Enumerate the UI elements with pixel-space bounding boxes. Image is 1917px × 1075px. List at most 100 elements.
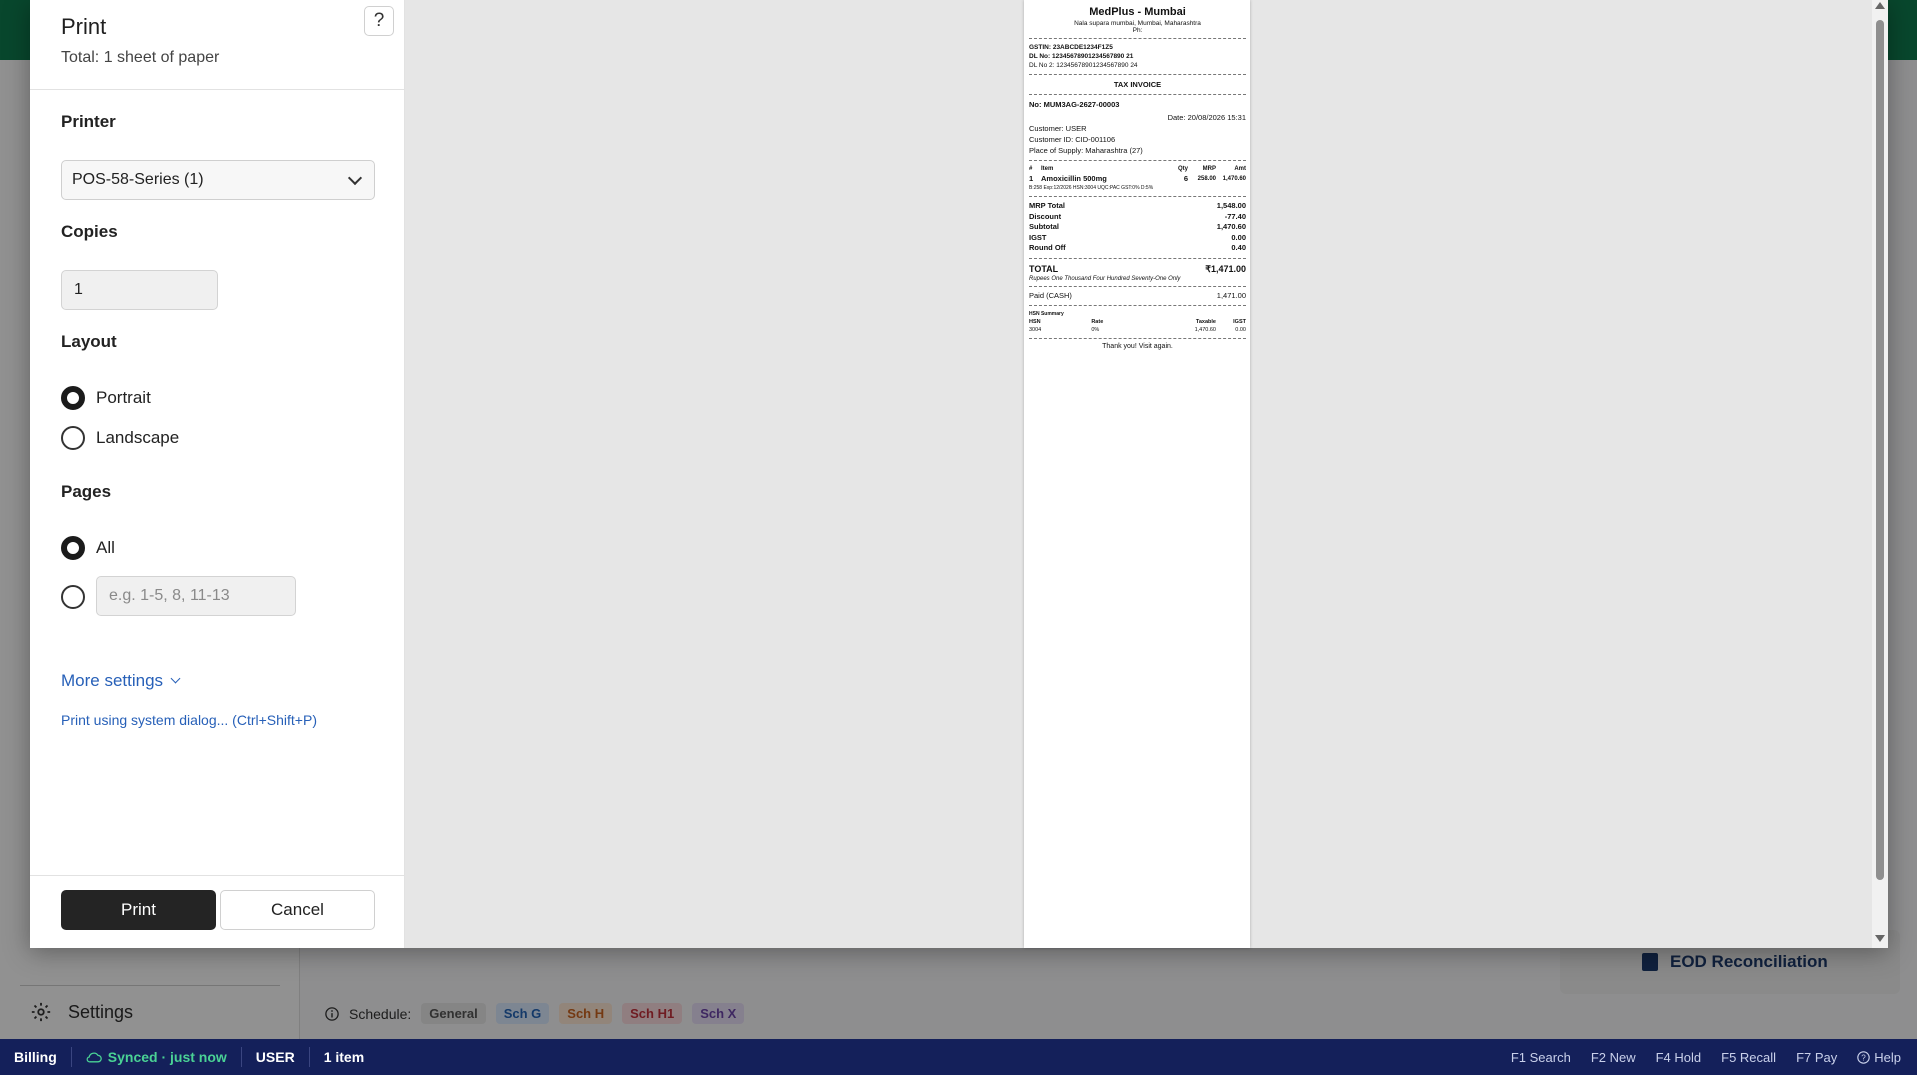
shortcut-new: F2 New xyxy=(1590,1049,1636,1065)
item-mrp: 258.00 xyxy=(1197,176,1216,182)
more-settings-toggle[interactable]: More settings xyxy=(61,671,181,691)
divider xyxy=(1029,74,1246,75)
col-no: # xyxy=(1029,166,1033,172)
layout-landscape-option[interactable]: Landscape xyxy=(61,426,179,450)
scroll-down-arrow-icon[interactable] xyxy=(1875,935,1885,942)
grand-total-value: ₹1,471.00 xyxy=(1205,263,1246,274)
copies-input[interactable] xyxy=(61,270,218,310)
hsn-col: HSN xyxy=(1029,319,1041,325)
col-item: Item xyxy=(1041,166,1054,172)
item-detail: B:258 Exp:12/2026 HSN:3004 UQC:PAC GST:0… xyxy=(1029,185,1154,191)
store-phone: Ph: xyxy=(1132,27,1143,34)
print-preview-pane: MedPlus - Mumbai Nala supara mumbai, Mum… xyxy=(405,0,1888,948)
dialog-title: Print xyxy=(61,14,107,39)
divider xyxy=(1029,196,1246,197)
printer-label: Printer xyxy=(61,112,116,131)
scroll-thumb[interactable] xyxy=(1876,20,1884,880)
hsn-taxable: 1,470.60 xyxy=(1194,327,1216,333)
print-button[interactable]: Print xyxy=(61,890,216,930)
landscape-label: Landscape xyxy=(96,428,180,447)
hsn-code: 3004 xyxy=(1029,327,1042,333)
pages-label: Pages xyxy=(61,482,112,501)
total-value: 0.00 xyxy=(1231,232,1246,242)
dl-no-2: DL No 2: 12345678901234567890 24 xyxy=(1029,62,1138,69)
svg-text:?: ? xyxy=(1861,1053,1866,1062)
sync-status-text: Synced · just now xyxy=(107,1049,227,1065)
hsn-rate: 0% xyxy=(1091,327,1100,333)
thank-you-note: Thank you! Visit again. xyxy=(1102,343,1173,350)
preview-scrollbar[interactable] xyxy=(1872,0,1888,948)
col-mrp: MRP xyxy=(1202,166,1216,172)
shortcut-hints: F1 Search F2 New F4 Hold F5 Recall F7 Pa… xyxy=(1511,1050,1917,1065)
customer-id: Customer ID: CID-001106 xyxy=(1029,135,1116,144)
invoice-number: No: MUM3AG-2627-00003 xyxy=(1029,100,1120,109)
portrait-label: Portrait xyxy=(96,388,151,407)
layout-portrait-option[interactable]: Portrait xyxy=(61,386,151,410)
print-dialog: Print Total: 1 sheet of paper ? Printer … xyxy=(30,0,1888,948)
pages-all-radio[interactable] xyxy=(61,536,85,560)
copies-label: Copies xyxy=(61,222,118,241)
landscape-radio[interactable] xyxy=(61,426,85,450)
system-dialog-link[interactable]: Print using system dialog... (Ctrl+Shift… xyxy=(61,712,317,728)
item-table-header: # Item Qty MRP Amt xyxy=(1029,165,1246,174)
pages-range-input[interactable] xyxy=(96,576,296,616)
status-mode: Billing xyxy=(0,1047,72,1067)
place-of-supply: Place of Supply: Maharashtra (27) xyxy=(1029,146,1143,155)
total-value: 0.40 xyxy=(1231,243,1246,252)
sheet-count: Total: 1 sheet of paper xyxy=(61,49,220,66)
customer-name: Customer: USER xyxy=(1029,124,1087,133)
gstin: GSTIN: 23ABCDE1234F1Z5 xyxy=(1029,44,1113,51)
receipt-preview: MedPlus - Mumbai Nala supara mumbai, Mum… xyxy=(1024,0,1250,948)
more-settings-label: More settings xyxy=(61,671,164,690)
item-amt: 1,470.60 xyxy=(1222,176,1246,182)
table-row: 3004 0% 1,470.60 0.00 xyxy=(1029,326,1246,334)
invoice-date: Date: 20/08/2026 15:31 xyxy=(1167,113,1246,122)
pages-custom-option[interactable] xyxy=(61,585,85,609)
hsn-summary-title: HSN Summary xyxy=(1029,311,1064,317)
divider xyxy=(1029,338,1246,339)
divider xyxy=(1029,38,1246,39)
shortcut-search: F1 Search xyxy=(1510,1049,1571,1065)
hsn-table-header: HSN Rate Taxable IGST xyxy=(1029,318,1246,326)
amount-in-words: Rupees One Thousand Four Hundred Seventy… xyxy=(1029,275,1181,282)
cancel-button[interactable]: Cancel xyxy=(220,890,375,930)
status-items: 1 item xyxy=(323,1049,365,1065)
pages-all-label: All xyxy=(96,538,115,557)
total-label: Round Off xyxy=(1029,243,1066,252)
divider xyxy=(1029,94,1246,95)
chevron-down-icon xyxy=(170,673,181,684)
status-user: USER xyxy=(242,1047,310,1067)
pages-all-option[interactable]: All xyxy=(61,536,115,560)
paid-label: Paid (CASH) xyxy=(1029,290,1072,300)
total-row-mrp: MRP Total 1,548.00 xyxy=(1029,201,1246,212)
total-value: 1,470.60 xyxy=(1216,222,1246,231)
paid-row: Paid (CASH) 1,471.00 xyxy=(1029,291,1246,302)
help-circle-icon: ? xyxy=(1857,1050,1871,1064)
grand-total: TOTAL ₹1,471.00 xyxy=(1029,263,1246,276)
divider xyxy=(1029,305,1246,306)
total-label: MRP Total xyxy=(1029,201,1065,210)
taxable-col: Taxable xyxy=(1195,319,1216,325)
paid-value: 1,471.00 xyxy=(1216,290,1246,300)
portrait-radio[interactable] xyxy=(61,386,85,410)
pages-custom-radio[interactable] xyxy=(61,585,85,609)
help-label: Help xyxy=(1874,1049,1901,1065)
total-value: 1,548.00 xyxy=(1216,201,1246,210)
scroll-up-arrow-icon[interactable] xyxy=(1875,2,1885,9)
printer-select-value: POS-58-Series (1) xyxy=(72,171,204,188)
help-button[interactable]: ? xyxy=(364,6,394,36)
col-qty: Qty xyxy=(1177,166,1188,172)
shortcut-recall: F5 Recall xyxy=(1721,1049,1777,1065)
status-bar: Billing Synced · just now USER 1 item F1… xyxy=(0,1039,1917,1075)
print-settings-pane: Print Total: 1 sheet of paper ? Printer … xyxy=(30,0,405,948)
total-row-igst: IGST 0.00 xyxy=(1029,233,1246,244)
dialog-footer: Print Cancel xyxy=(30,875,404,948)
divider xyxy=(1029,160,1246,161)
shortcut-pay: F7 Pay xyxy=(1796,1049,1838,1065)
divider xyxy=(1029,285,1246,287)
rate-col: Rate xyxy=(1091,319,1104,325)
table-row: 1 Amoxicillin 500mg 6 258.00 1,470.60 xyxy=(1029,174,1246,184)
item-no: 1 xyxy=(1029,174,1034,183)
printer-select[interactable]: POS-58-Series (1) xyxy=(61,160,375,200)
help-link[interactable]: ? Help xyxy=(1857,1050,1901,1065)
